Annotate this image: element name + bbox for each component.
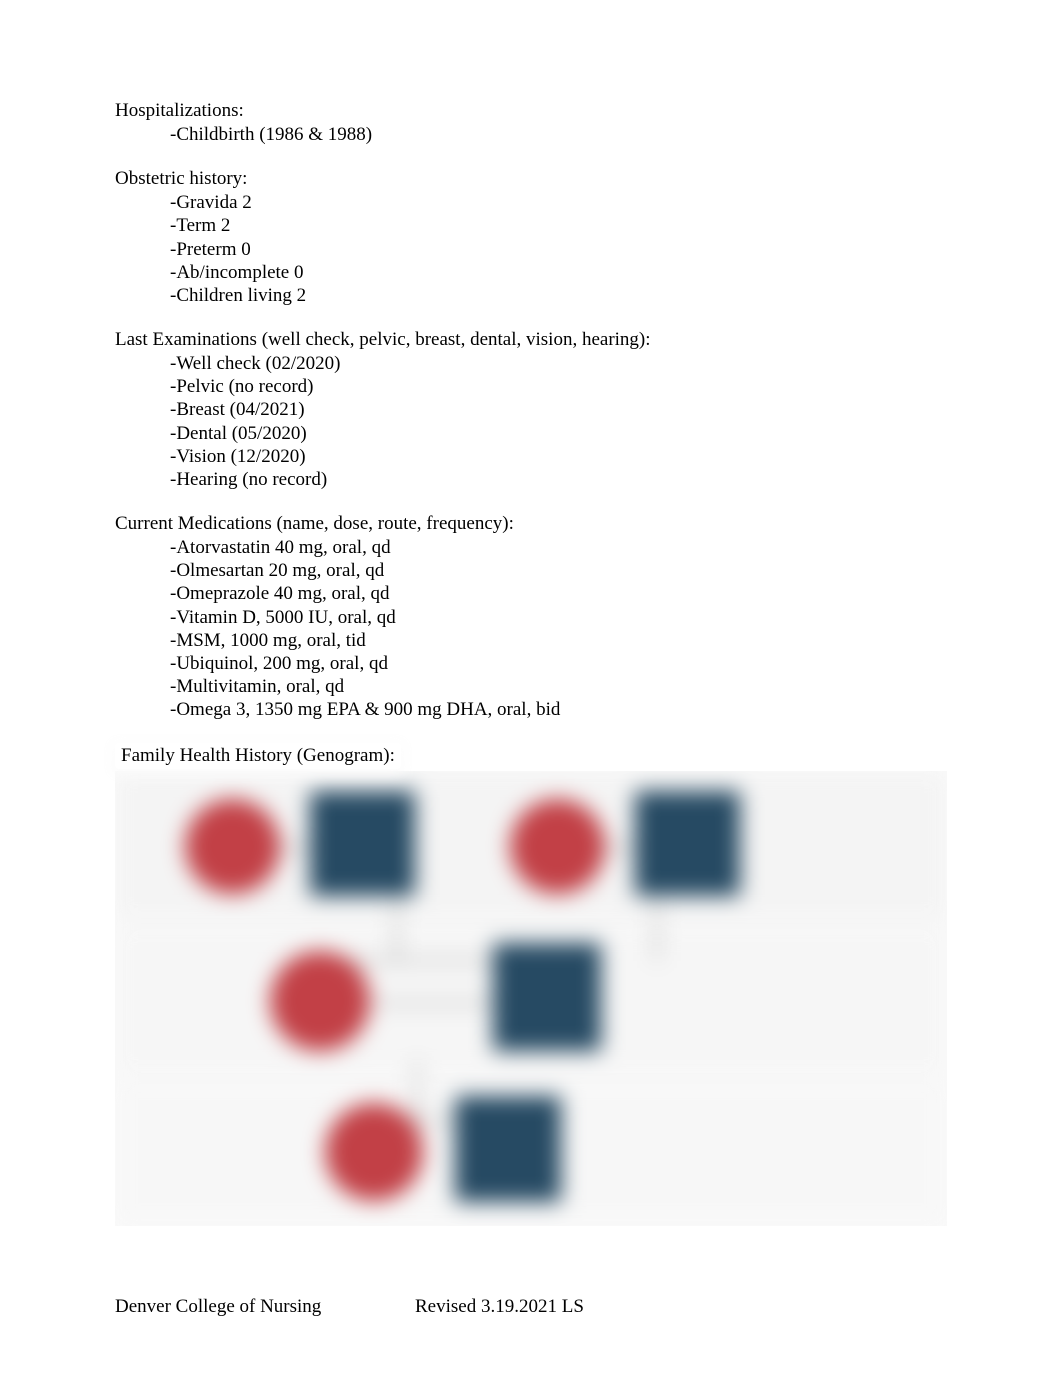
medications-list: -Atorvastatin 40 mg, oral, qd -Olmesarta… — [115, 536, 947, 721]
medications-section: Current Medications (name, dose, route, … — [115, 513, 947, 721]
genogram-node-male — [493, 943, 601, 1051]
genogram-node-female — [185, 799, 280, 894]
list-item: -Dental (05/2020) — [170, 422, 947, 445]
genogram-node-male — [635, 791, 740, 896]
genogram-node-male — [310, 791, 415, 896]
list-item: -MSM, 1000 mg, oral, tid — [170, 629, 947, 652]
list-item: -Vision (12/2020) — [170, 445, 947, 468]
list-item: -Term 2 — [170, 214, 947, 237]
list-item: -Hearing (no record) — [170, 468, 947, 491]
list-item: -Children living 2 — [170, 284, 947, 307]
list-item: -Ab/incomplete 0 — [170, 261, 947, 284]
last-exams-list: -Well check (02/2020) -Pelvic (no record… — [115, 352, 947, 491]
obstetric-title: Obstetric history: — [115, 168, 947, 190]
list-item: -Omeprazole 40 mg, oral, qd — [170, 582, 947, 605]
hospitalizations-title: Hospitalizations: — [115, 100, 947, 122]
footer-revision: Revised 3.19.2021 LS — [415, 1296, 947, 1318]
genogram-node-female — [325, 1103, 423, 1201]
last-exams-section: Last Examinations (well check, pelvic, b… — [115, 329, 947, 491]
hospitalizations-list: -Childbirth (1986 & 1988) — [115, 123, 947, 146]
list-item: -Gravida 2 — [170, 191, 947, 214]
family-history-title: Family Health History (Genogram): — [115, 743, 401, 769]
genogram-blurred-content — [115, 771, 947, 1226]
page-footer: Denver College of Nursing Revised 3.19.2… — [115, 1296, 947, 1318]
list-item: -Ubiquinol, 200 mg, oral, qd — [170, 652, 947, 675]
list-item: -Breast (04/2021) — [170, 398, 947, 421]
genogram-node-female — [510, 799, 605, 894]
genogram-node-male — [455, 1096, 561, 1202]
medications-title: Current Medications (name, dose, route, … — [115, 513, 947, 535]
hospitalizations-section: Hospitalizations: -Childbirth (1986 & 19… — [115, 100, 947, 146]
list-item: -Omega 3, 1350 mg EPA & 900 mg DHA, oral… — [170, 698, 947, 721]
obstetric-list: -Gravida 2 -Term 2 -Preterm 0 -Ab/incomp… — [115, 191, 947, 307]
genogram-node-female — [270, 951, 370, 1051]
obstetric-section: Obstetric history: -Gravida 2 -Term 2 -P… — [115, 168, 947, 307]
list-item: -Childbirth (1986 & 1988) — [170, 123, 947, 146]
list-item: -Pelvic (no record) — [170, 375, 947, 398]
list-item: -Olmesartan 20 mg, oral, qd — [170, 559, 947, 582]
list-item: -Multivitamin, oral, qd — [170, 675, 947, 698]
footer-institution: Denver College of Nursing — [115, 1296, 415, 1318]
last-exams-title: Last Examinations (well check, pelvic, b… — [115, 329, 947, 351]
list-item: -Well check (02/2020) — [170, 352, 947, 375]
list-item: -Atorvastatin 40 mg, oral, qd — [170, 536, 947, 559]
list-item: -Preterm 0 — [170, 238, 947, 261]
list-item: -Vitamin D, 5000 IU, oral, qd — [170, 606, 947, 629]
genogram-figure — [115, 771, 947, 1226]
